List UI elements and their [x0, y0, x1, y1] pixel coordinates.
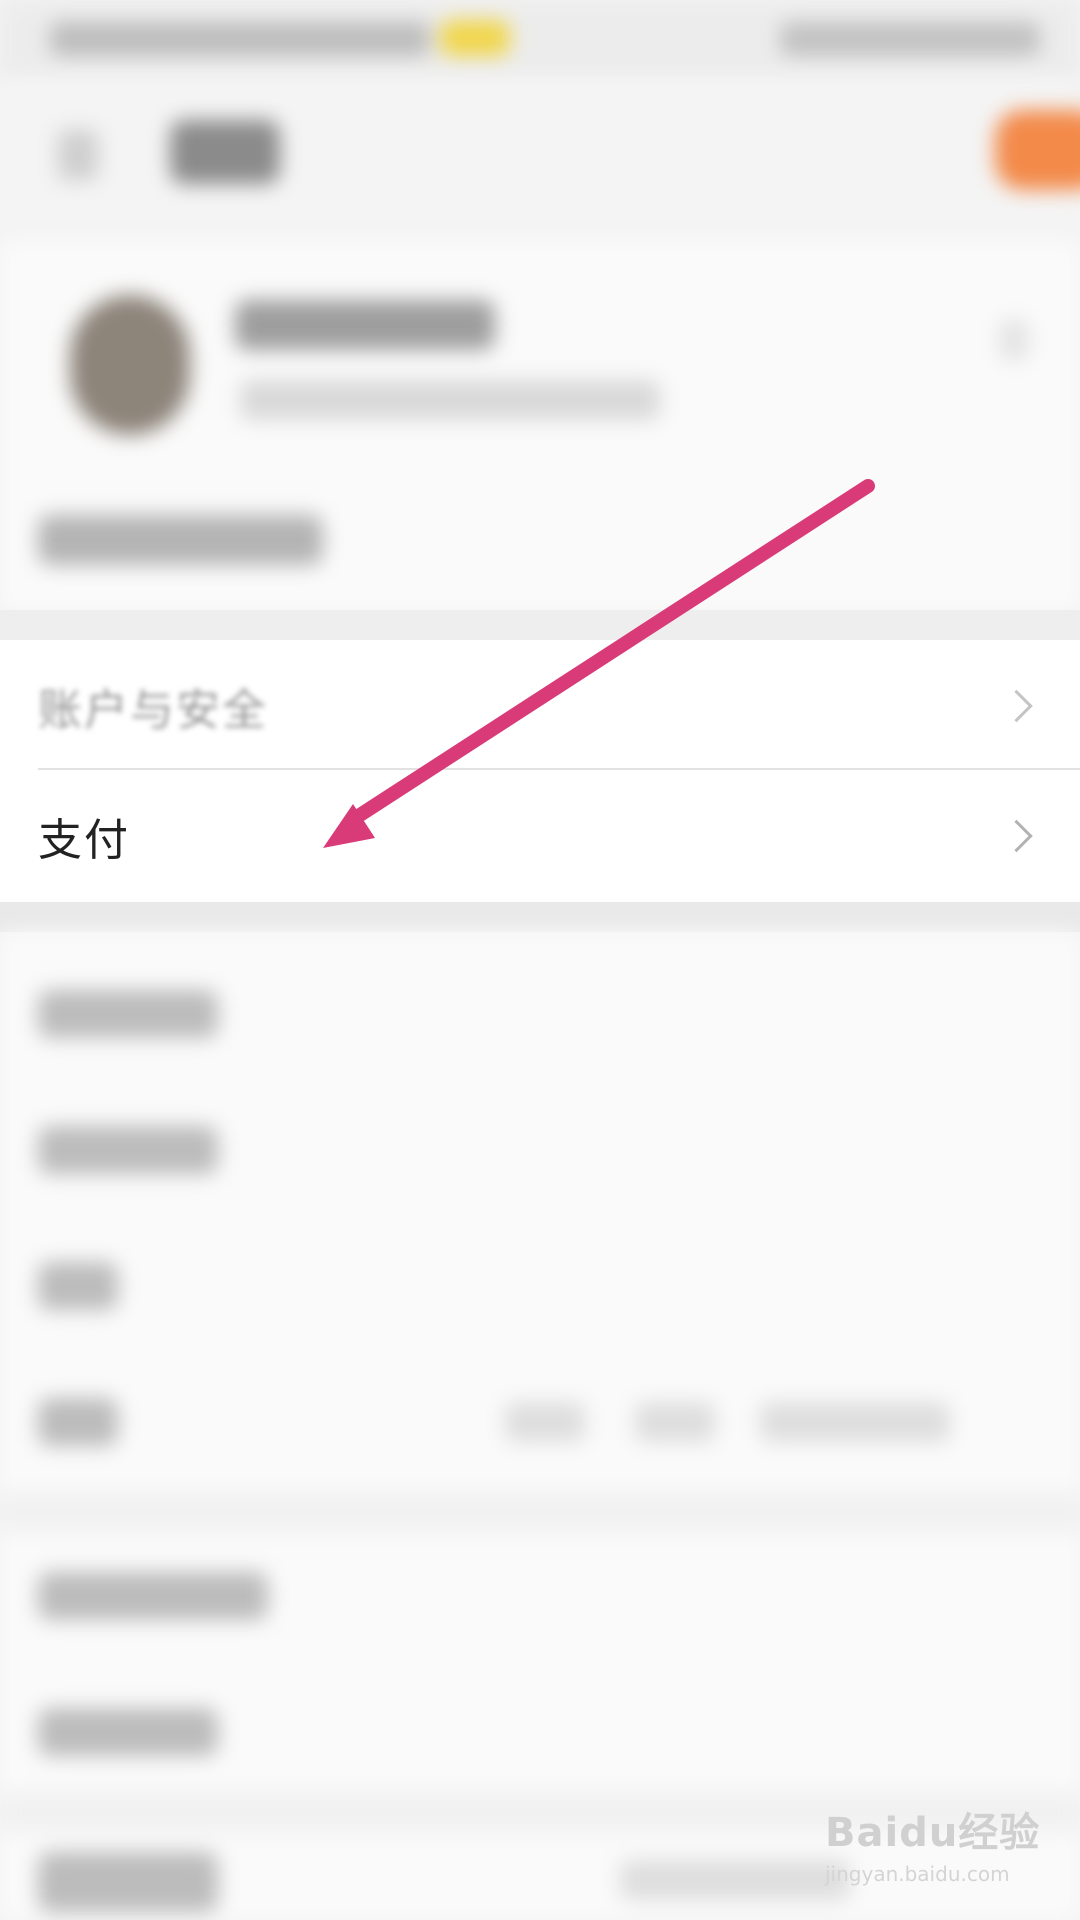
- list-item[interactable]: [38, 1572, 268, 1620]
- list-item[interactable]: [38, 1262, 118, 1310]
- section-gap: [0, 1492, 1080, 1532]
- page-title: [170, 120, 280, 184]
- list-item-value: [620, 1860, 850, 1900]
- section-gap: [0, 610, 1080, 640]
- list-item-value: [505, 1402, 585, 1442]
- chevron-right-icon: [1000, 320, 1028, 360]
- status-bar: [0, 0, 1080, 80]
- list-item[interactable]: [38, 1398, 118, 1446]
- blurred-settings-list: [0, 932, 1080, 1920]
- list-item-value: [760, 1402, 950, 1442]
- settings-item-label: 支付: [38, 815, 130, 866]
- settings-item-account-security[interactable]: 账户与安全: [0, 640, 1080, 772]
- chevron-right-icon: [1000, 689, 1033, 723]
- profile-extra-item[interactable]: [38, 515, 323, 565]
- section-gap: [0, 902, 1080, 932]
- watermark-url: jingyan.baidu.com: [825, 1862, 1010, 1886]
- status-left-blur: [50, 22, 430, 56]
- back-icon[interactable]: [58, 130, 98, 180]
- settings-card: 账户与安全 支付: [0, 640, 1080, 902]
- status-right-blur: [780, 22, 1040, 56]
- list-item[interactable]: [38, 1708, 218, 1756]
- profile-subtitle: [240, 380, 660, 420]
- list-item[interactable]: [38, 990, 218, 1038]
- list-item[interactable]: [38, 1126, 218, 1174]
- list-item-value: [635, 1402, 715, 1442]
- avatar: [70, 295, 190, 435]
- profile-section[interactable]: [0, 240, 1080, 610]
- page-header: [0, 80, 1080, 230]
- watermark: Baidu经验 jingyan.baidu.com: [825, 1800, 1055, 1900]
- settings-item-label: 账户与安全: [38, 685, 268, 736]
- settings-screen: 账户与安全 支付 Baidu经验 jingyan.baidu.com: [0, 0, 1080, 1920]
- header-action-button[interactable]: [995, 110, 1080, 190]
- watermark-main: Baidu经验: [825, 1810, 1041, 1856]
- status-notification-icon: [440, 20, 510, 56]
- profile-name: [235, 300, 495, 350]
- list-item[interactable]: [38, 1852, 218, 1912]
- chevron-right-icon: [1000, 819, 1033, 853]
- settings-item-payment[interactable]: 支付: [0, 770, 1080, 902]
